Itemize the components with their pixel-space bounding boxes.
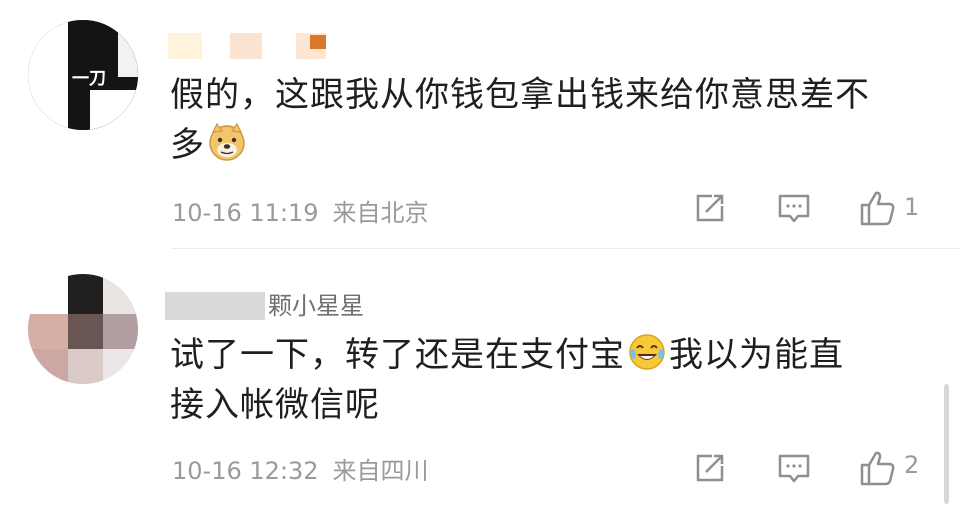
thumbs-up-icon bbox=[860, 191, 895, 226]
username-blur[interactable] bbox=[168, 33, 202, 59]
comment-location: 来自北京 bbox=[332, 199, 429, 227]
comment-text-line: 我以为能直 bbox=[669, 335, 844, 375]
doge-emoji bbox=[207, 122, 247, 162]
avatar-mosaic bbox=[103, 349, 138, 384]
username-blur[interactable] bbox=[165, 292, 265, 320]
avatar-mosaic bbox=[103, 274, 138, 314]
avatar-mosaic bbox=[90, 90, 138, 130]
laugh-cry-emoji bbox=[627, 332, 667, 372]
username-blur bbox=[230, 33, 262, 59]
comment-icon bbox=[778, 454, 810, 483]
avatar-mosaic bbox=[118, 32, 138, 77]
like-count: 2 bbox=[904, 451, 920, 479]
comment-date: 10-16 11:19 bbox=[172, 199, 319, 227]
avatar[interactable]: 一刀 bbox=[28, 20, 138, 130]
comment-item: 一刀 假的，这跟我从你钱包拿出钱来给你意思差不 多 10-16 11:19 来自北… bbox=[0, 0, 960, 250]
share-button[interactable] bbox=[690, 188, 730, 228]
avatar-mosaic bbox=[28, 349, 68, 384]
comment-text: 假的，这跟我从你钱包拿出钱来给你意思差不 多 bbox=[170, 70, 930, 170]
comment-date: 10-16 12:32 bbox=[172, 457, 319, 485]
share-icon bbox=[696, 194, 724, 222]
avatar-text: 一刀 bbox=[72, 69, 106, 89]
like-button[interactable] bbox=[857, 448, 897, 488]
comment-text-line: 假的，这跟我从你钱包拿出钱来给你意思差不 bbox=[170, 75, 870, 115]
comment-meta: 10-16 12:32 来自四川 bbox=[172, 451, 429, 486]
avatar[interactable] bbox=[28, 274, 138, 384]
avatar-mosaic bbox=[28, 274, 68, 314]
comment-item: 颗小星星 试了一下，转了还是在支付宝 我以为能直 接入帐微信呢 10-16 12… bbox=[0, 252, 960, 519]
reply-button[interactable] bbox=[774, 188, 814, 228]
comment-location: 来自四川 bbox=[332, 457, 429, 485]
avatar-mosaic bbox=[103, 314, 138, 349]
avatar-mosaic bbox=[68, 349, 103, 384]
avatar-mosaic bbox=[28, 20, 68, 130]
avatar-mosaic bbox=[68, 274, 103, 314]
comment-text-line: 试了一下，转了还是在支付宝 bbox=[170, 335, 625, 375]
reply-button[interactable] bbox=[774, 448, 814, 488]
avatar-mosaic bbox=[28, 314, 68, 349]
comment-text: 试了一下，转了还是在支付宝 我以为能直 接入帐微信呢 bbox=[170, 330, 930, 430]
share-icon bbox=[696, 454, 724, 482]
share-button[interactable] bbox=[690, 448, 730, 488]
like-button[interactable] bbox=[857, 188, 897, 228]
avatar-mosaic bbox=[68, 314, 103, 349]
like-count: 1 bbox=[904, 193, 920, 221]
comment-text-line: 多 bbox=[170, 125, 205, 165]
divider bbox=[172, 248, 960, 249]
comment-icon bbox=[778, 194, 810, 223]
username[interactable]: 颗小星星 bbox=[268, 286, 364, 321]
comment-meta: 10-16 11:19 来自北京 bbox=[172, 193, 429, 228]
thumbs-up-icon bbox=[860, 451, 895, 486]
username-blur bbox=[296, 33, 326, 59]
scrollbar[interactable] bbox=[944, 384, 949, 504]
comment-text-line: 接入帐微信呢 bbox=[170, 385, 380, 425]
